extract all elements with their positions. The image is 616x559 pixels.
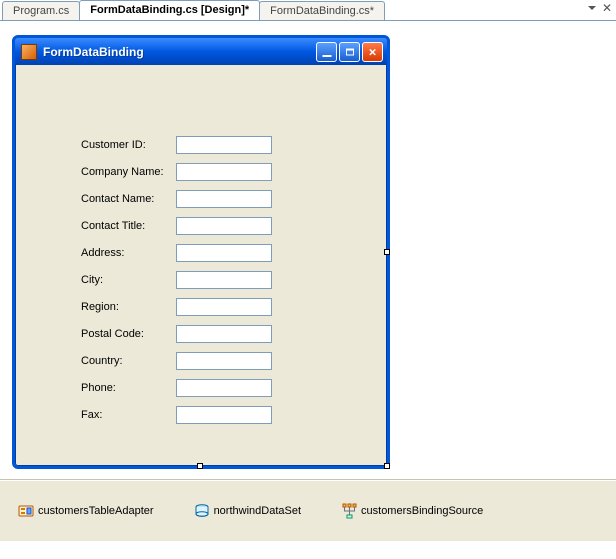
resize-handle-bottom[interactable] (197, 463, 203, 469)
form-title: FormDataBinding (43, 45, 310, 59)
tab-program-cs[interactable]: Program.cs (2, 1, 80, 20)
resize-handle-right[interactable] (384, 249, 390, 255)
fields-panel: Customer ID: Company Name: Contact Name:… (81, 131, 272, 428)
contact-title-input[interactable] (176, 217, 272, 235)
tabstrip-close-icon[interactable]: ✕ (602, 2, 612, 14)
resize-handle-corner[interactable] (384, 463, 390, 469)
region-input[interactable] (176, 298, 272, 316)
tab-formdatabinding-design[interactable]: FormDataBinding.cs [Design]* (79, 0, 260, 20)
field-label: Fax: (81, 409, 176, 421)
field-row: Address: (81, 239, 272, 266)
country-input[interactable] (176, 352, 272, 370)
field-row: Phone: (81, 374, 272, 401)
field-row: Region: (81, 293, 272, 320)
minimize-button[interactable] (316, 42, 337, 62)
field-label: Contact Name: (81, 193, 176, 205)
minimize-icon (322, 55, 331, 57)
field-label: City: (81, 274, 176, 286)
close-button[interactable]: × (362, 42, 383, 62)
designed-form[interactable]: FormDataBinding × Customer ID: (12, 35, 390, 469)
postal-code-input[interactable] (176, 325, 272, 343)
field-label: Contact Title: (81, 220, 176, 232)
city-input[interactable] (176, 271, 272, 289)
customer-id-input[interactable] (176, 136, 272, 154)
phone-input[interactable] (176, 379, 272, 397)
form-titlebar: FormDataBinding × (15, 38, 387, 65)
close-icon: × (369, 45, 377, 58)
component-northwind-dataset[interactable]: northwindDataSet (194, 503, 301, 519)
field-label: Postal Code: (81, 328, 176, 340)
field-row: City: (81, 266, 272, 293)
document-tabstrip: Program.cs FormDataBinding.cs [Design]* … (0, 0, 616, 21)
component-tray: customersTableAdapter northwindDataSet c… (0, 480, 616, 541)
component-customers-table-adapter[interactable]: customersTableAdapter (18, 503, 154, 519)
component-adapter-icon (18, 503, 34, 519)
maximize-button[interactable] (339, 42, 360, 62)
field-row: Customer ID: (81, 131, 272, 158)
address-input[interactable] (176, 244, 272, 262)
tab-formdatabinding-cs[interactable]: FormDataBinding.cs* (259, 1, 385, 20)
component-label: customersBindingSource (361, 505, 483, 517)
component-bindingsource-icon (341, 503, 357, 519)
field-label: Customer ID: (81, 139, 176, 151)
field-label: Company Name: (81, 166, 176, 178)
field-label: Country: (81, 355, 176, 367)
form-client-area[interactable]: Customer ID: Company Name: Contact Name:… (15, 65, 387, 466)
component-label: customersTableAdapter (38, 505, 154, 517)
maximize-icon (346, 48, 354, 55)
company-name-input[interactable] (176, 163, 272, 181)
field-label: Phone: (81, 382, 176, 394)
field-row: Contact Name: (81, 185, 272, 212)
component-dataset-icon (194, 503, 210, 519)
field-row: Contact Title: (81, 212, 272, 239)
contact-name-input[interactable] (176, 190, 272, 208)
designer-canvas[interactable]: FormDataBinding × Customer ID: (0, 21, 616, 480)
component-label: northwindDataSet (214, 505, 301, 517)
field-label: Region: (81, 301, 176, 313)
fax-input[interactable] (176, 406, 272, 424)
field-row: Country: (81, 347, 272, 374)
field-label: Address: (81, 247, 176, 259)
tabstrip-dropdown-icon[interactable] (588, 6, 596, 10)
field-row: Postal Code: (81, 320, 272, 347)
component-customers-binding-source[interactable]: customersBindingSource (341, 503, 483, 519)
app-icon (21, 44, 37, 60)
field-row: Fax: (81, 401, 272, 428)
field-row: Company Name: (81, 158, 272, 185)
